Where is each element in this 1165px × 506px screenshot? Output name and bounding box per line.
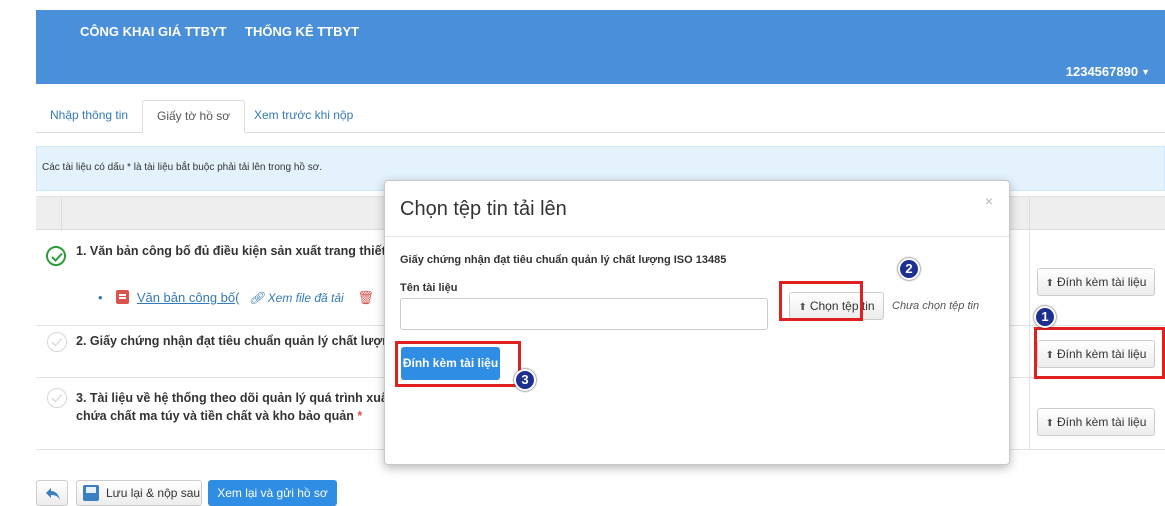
- uploaded-file-link[interactable]: Văn bản công bố: [137, 290, 235, 305]
- attach-document-button-1[interactable]: ⬆ Đính kèm tài liệu: [1037, 268, 1155, 296]
- highlight-box-submit: [395, 341, 521, 387]
- back-button[interactable]: [36, 480, 68, 506]
- document-title-3-line2: chứa chất ma túy và tiền chất và kho bảo…: [76, 409, 362, 423]
- check-circle-icon: [46, 246, 66, 266]
- step-badge-3: 3: [514, 369, 536, 391]
- save-icon: [83, 485, 99, 501]
- modal-description: Giấy chứng nhận đạt tiêu chuẩn quản lý c…: [400, 254, 727, 266]
- check-circle-icon: [47, 332, 67, 352]
- document-name-label: Tên tài liệu: [400, 282, 458, 294]
- document-title-2: 2. Giấy chứng nhận đạt tiêu chuẩn quản l…: [76, 334, 413, 348]
- nav-public-price[interactable]: CÔNG KHAI GIÁ TTBYT: [80, 24, 227, 39]
- pdf-icon: [116, 290, 130, 304]
- trash-icon[interactable]: 🗑︎: [357, 290, 374, 306]
- step-badge-1: 1: [1034, 306, 1056, 328]
- review-submit-button[interactable]: Xem lại và gửi hồ sơ: [208, 480, 337, 506]
- save-label: Lưu lại & nộp sau: [106, 486, 201, 500]
- upload-file-modal: Chọn tệp tin tải lên × Giấy chứng nhận đ…: [384, 180, 1010, 465]
- tab-preview[interactable]: Xem trước khi nộp: [240, 100, 367, 133]
- close-icon[interactable]: ×: [985, 193, 993, 209]
- user-name: 1234567890: [1065, 64, 1139, 79]
- file-paren: (: [235, 290, 240, 305]
- nav-statistics[interactable]: THỐNG KÊ TTBYT: [245, 24, 359, 39]
- column-divider: [1029, 230, 1030, 450]
- document-title-1: 1. Văn bản công bố đủ điều kiện sản xuất…: [76, 244, 411, 258]
- column-divider: [61, 197, 62, 231]
- document-name-input[interactable]: [400, 298, 768, 330]
- document-title-3-line1: 3. Tài liệu về hệ thống theo dõi quản lý…: [76, 391, 407, 405]
- modal-title: Chọn tệp tin tải lên: [400, 198, 567, 220]
- tab-documents[interactable]: Giấy tờ hồ sơ: [142, 100, 246, 133]
- info-text: Các tài liệu có dấu * là tài liệu bắt bu…: [42, 162, 323, 173]
- check-circle-icon: [47, 388, 67, 408]
- bullet: •: [98, 290, 103, 305]
- upload-icon: ⬆: [1045, 418, 1054, 429]
- highlight-box-attach: [1034, 327, 1165, 379]
- upload-icon: ⬆: [1045, 278, 1054, 289]
- uploaded-file-item: • Văn bản công bố( 🔗︎ Xem file đã tải 🗑︎: [98, 290, 374, 306]
- attach-document-button-3[interactable]: ⬆ Đính kèm tài liệu: [1037, 408, 1155, 436]
- step-badge-2: 2: [898, 258, 920, 280]
- paperclip-icon: 🔗︎: [249, 291, 265, 305]
- highlight-box-choose: [779, 281, 863, 321]
- view-file-label: Xem file đã tải: [267, 291, 344, 305]
- modal-header-divider: [385, 236, 1009, 237]
- caret-down-icon: ▼: [1141, 67, 1150, 77]
- attach-label: Đính kèm tài liệu: [1057, 415, 1147, 429]
- no-file-status: Chưa chọn tệp tin: [892, 300, 980, 312]
- required-mark: *: [357, 409, 363, 423]
- user-menu[interactable]: 1234567890 ▼: [1066, 64, 1150, 79]
- back-icon: [46, 488, 60, 500]
- top-navbar: CÔNG KHAI GIÁ TTBYT THỐNG KÊ TTBYT 12345…: [36, 10, 1165, 84]
- column-divider: [1029, 197, 1030, 231]
- save-later-button[interactable]: Lưu lại & nộp sau: [76, 480, 202, 506]
- attach-label: Đính kèm tài liệu: [1057, 275, 1147, 289]
- tab-input-info[interactable]: Nhập thông tin: [36, 100, 142, 133]
- page: CÔNG KHAI GIÁ TTBYT THỐNG KÊ TTBYT 12345…: [0, 0, 1165, 506]
- document-title-3-text: chứa chất ma túy và tiền chất và kho bảo…: [76, 409, 354, 423]
- view-uploaded-file-link[interactable]: 🔗︎ Xem file đã tải: [249, 291, 344, 305]
